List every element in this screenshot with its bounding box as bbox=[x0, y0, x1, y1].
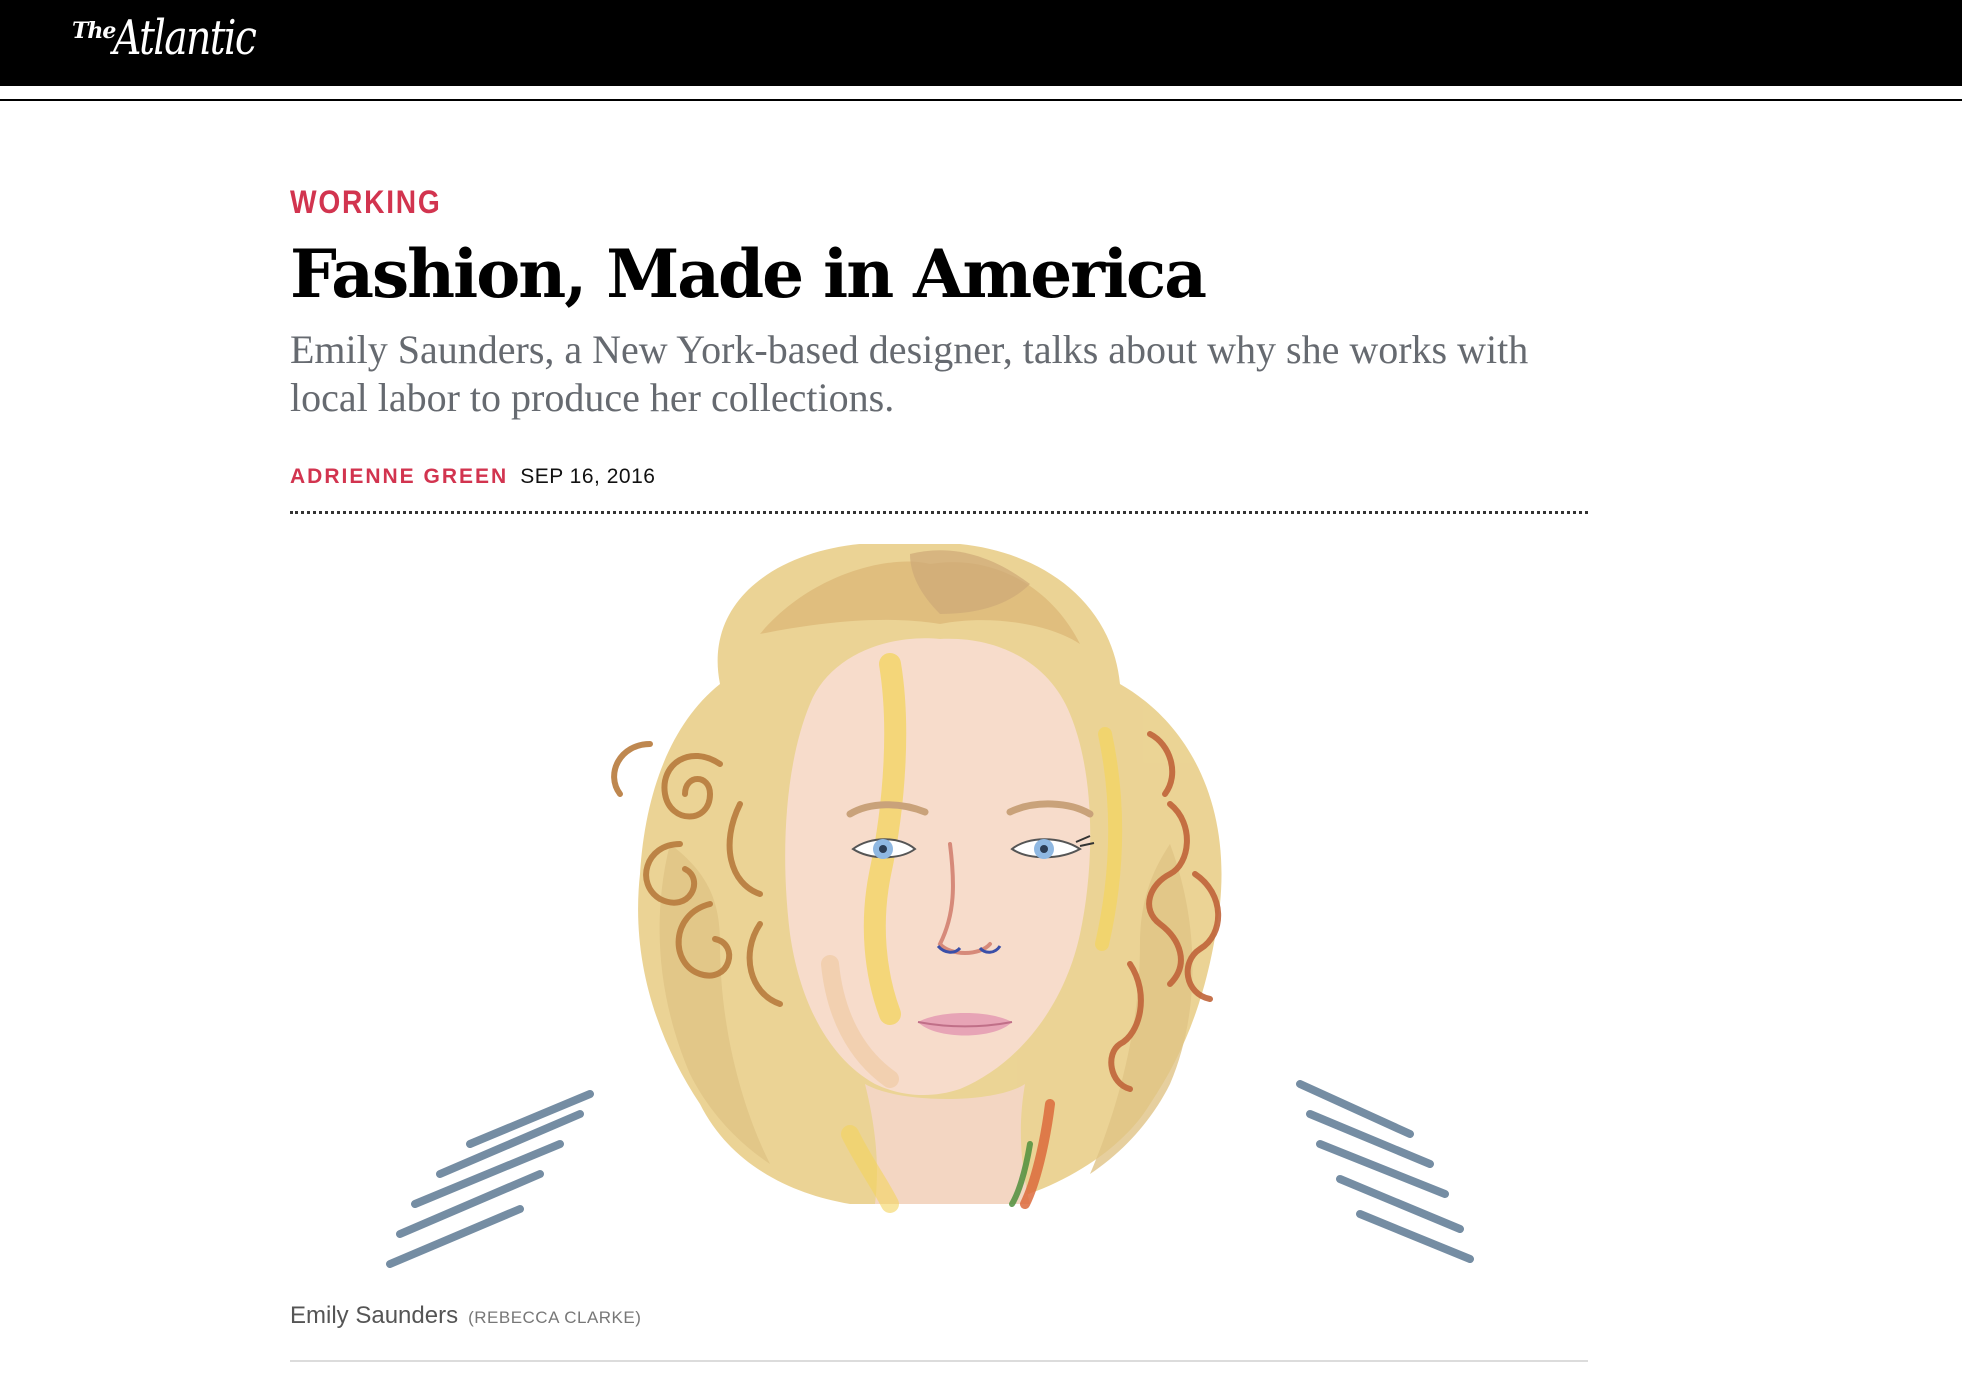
section-link[interactable]: WORKING bbox=[290, 186, 442, 218]
logo-name: Atlantic bbox=[113, 10, 257, 66]
article-dek: Emily Saunders, a New York-based designe… bbox=[290, 327, 1529, 420]
byline-divider bbox=[290, 511, 1588, 514]
site-logo[interactable]: TheAtlantic bbox=[72, 14, 287, 62]
byline: ADRIENNE GREEN SEP 16, 2016 bbox=[290, 466, 655, 487]
caption-text: Emily Saunders bbox=[290, 1302, 459, 1329]
lead-image bbox=[290, 544, 1588, 1274]
publish-date: SEP 16, 2016 bbox=[520, 465, 656, 488]
portrait-illustration bbox=[290, 544, 1588, 1274]
author-link[interactable]: ADRIENNE GREEN bbox=[290, 465, 508, 488]
site-header: TheAtlantic bbox=[0, 0, 1962, 86]
caption-divider bbox=[290, 1360, 1588, 1362]
image-caption: Emily Saunders (REBECCA CLARKE) bbox=[290, 1304, 641, 1328]
article-headline: Fashion, Made in America bbox=[290, 235, 1207, 313]
image-credit: (REBECCA CLARKE) bbox=[468, 1308, 642, 1327]
logo-prefix: The bbox=[72, 18, 116, 44]
header-divider bbox=[0, 99, 1962, 101]
